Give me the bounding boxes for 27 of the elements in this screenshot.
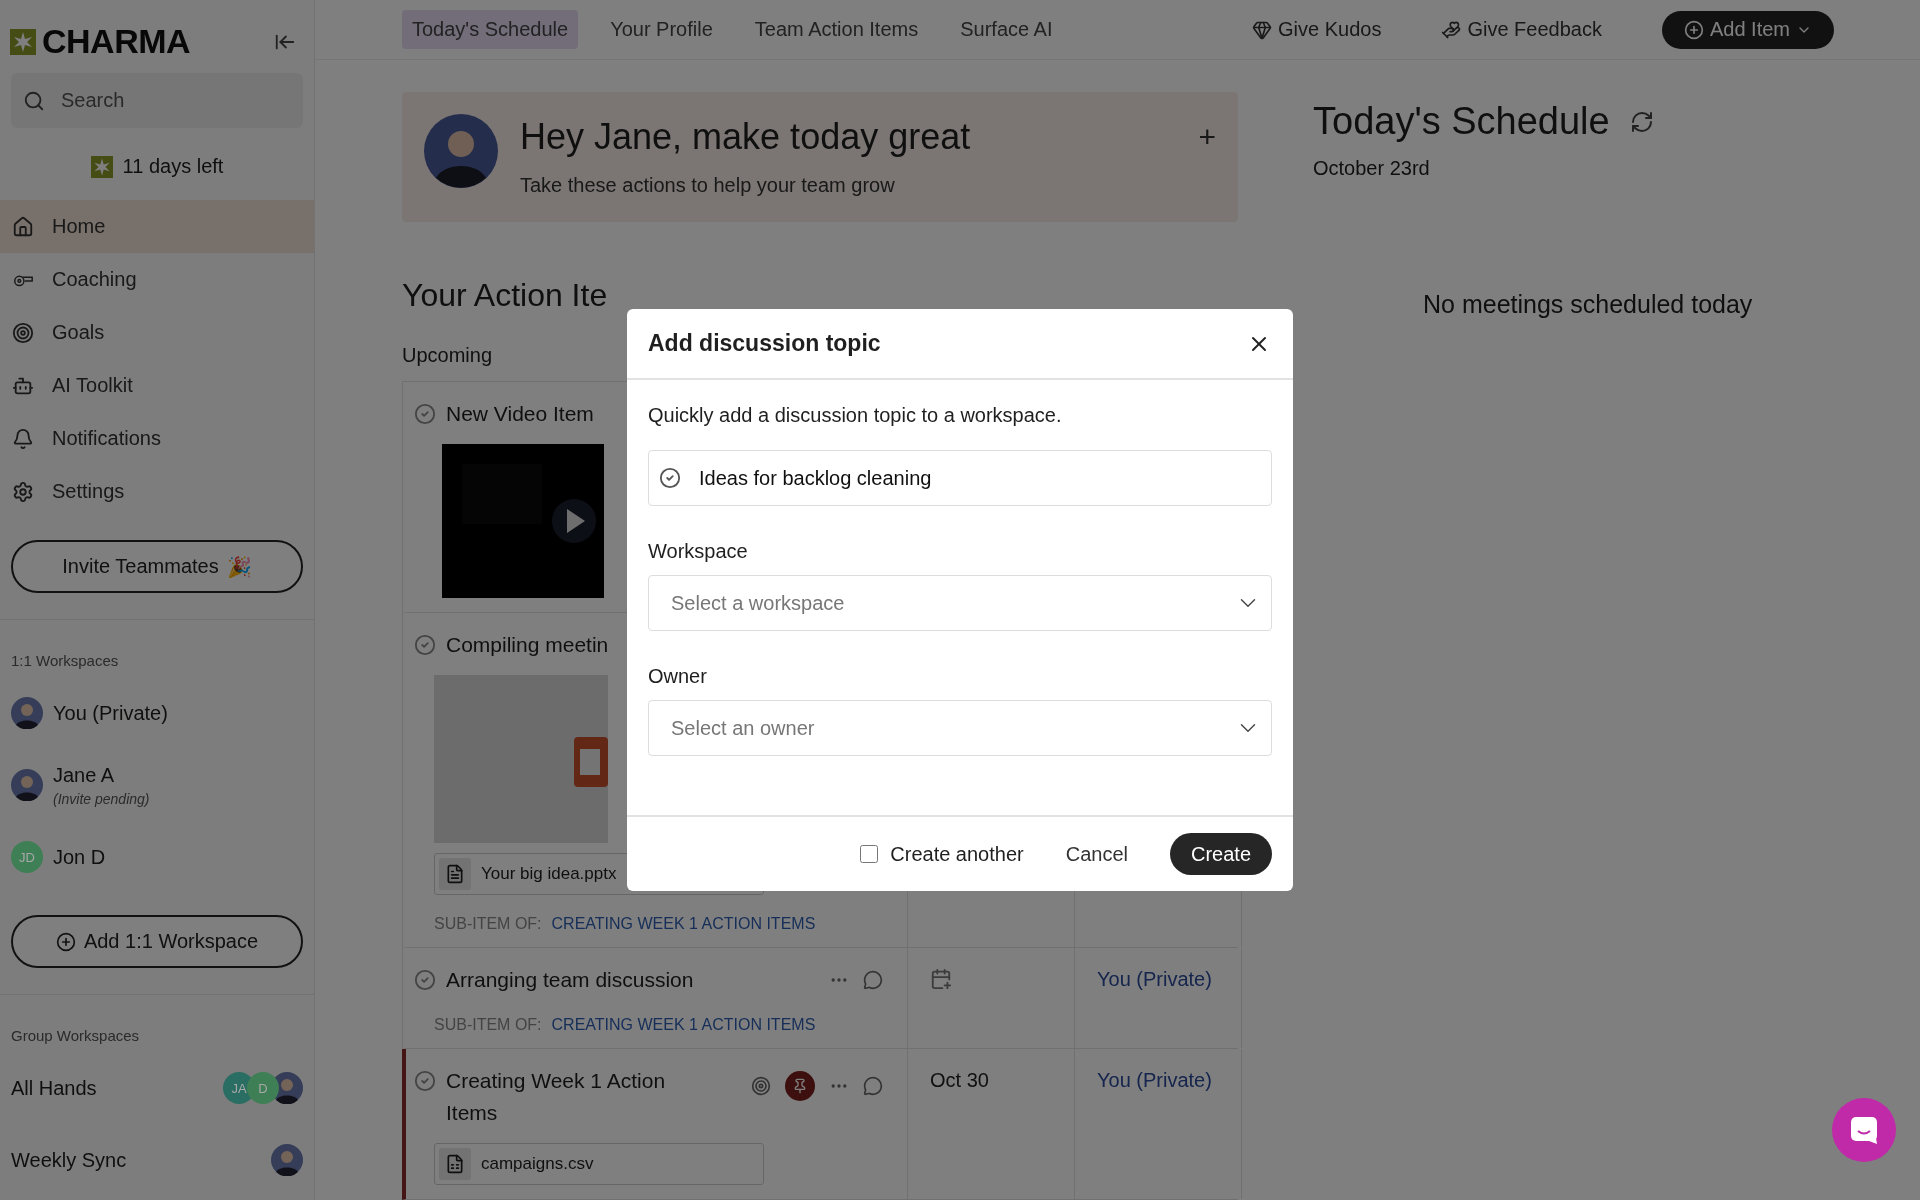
dialog-description: Quickly add a discussion topic to a workspace. [648,404,1063,427]
logo-text: CHARMA [42,22,191,61]
avatar: D [247,1072,279,1104]
invite-status: (Invite pending) [53,790,150,807]
file-name: Your big idea.pptx [481,864,617,884]
schedule-date: October 23rd [1313,157,1431,180]
dialog-title: Add discussion topic [648,330,881,357]
item-title: Arranging team discussion [446,967,694,993]
group-heading: Upcoming [402,344,493,367]
item-title: Creating Week 1 Action Items [446,1068,667,1126]
sub-item-label: SUB-ITEM OF: [434,915,542,933]
section-heading: 1:1 Workspaces [10,651,120,671]
item-title: Compiling meetin [446,632,609,658]
trial-days-left: 11 days left [122,155,224,178]
greeting-title: Hey Jane, make today great [520,116,972,158]
empty-message: No meetings scheduled today [1423,290,1754,319]
sub-item-label: SUB-ITEM OF: [434,1016,542,1034]
item-title: New Video Item [446,401,594,427]
greeting-subtitle: Take these actions to help your team grow [520,174,896,197]
field-label: Owner [648,665,708,688]
section-heading: Group Workspaces [10,1026,141,1046]
file-name: campaigns.csv [481,1154,594,1174]
field-label: Workspace [648,540,749,563]
schedule-title: Today's Schedule [1313,100,1610,143]
section-title: Your Action Ite [402,277,608,314]
due-date: Oct 30 [930,1069,989,1091]
avatar: JD [11,841,43,873]
